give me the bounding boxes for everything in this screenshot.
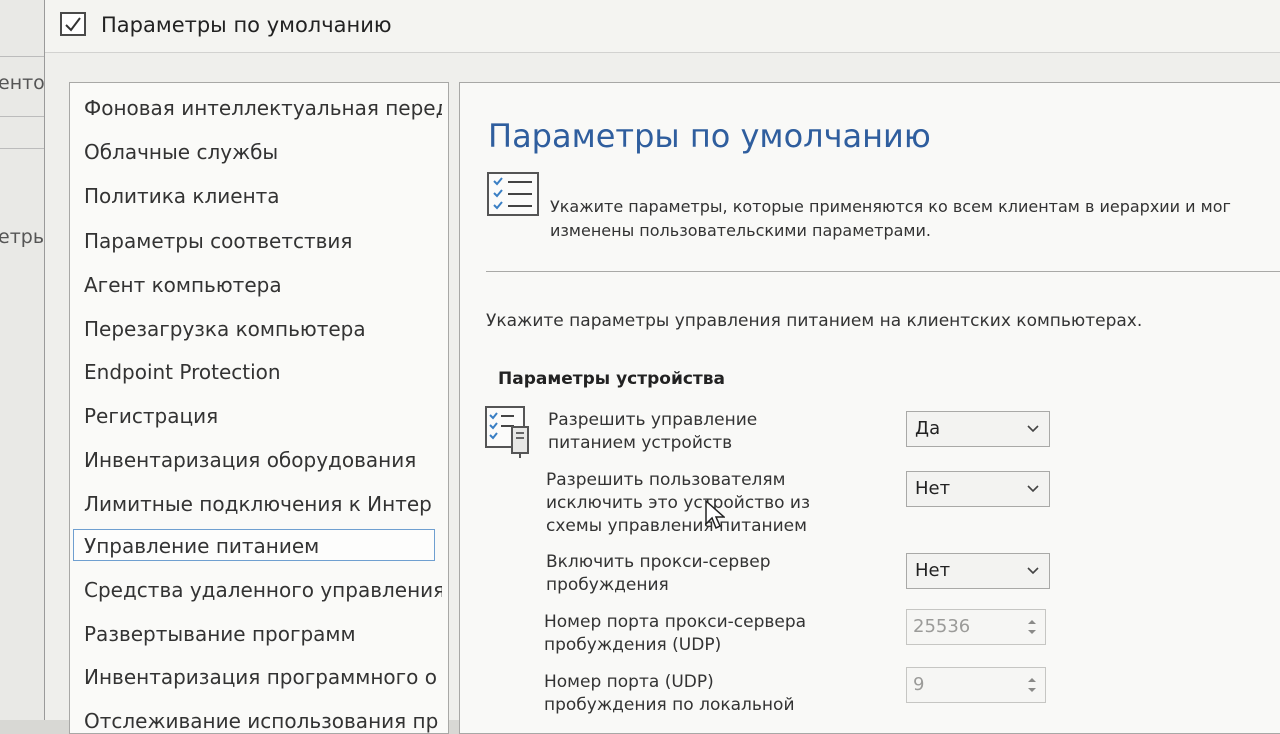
setting-label-line: Номер порта прокси-сервера (544, 612, 807, 632)
default-settings-dialog: Параметры по умолчанию Фоновая интеллект… (44, 0, 1280, 734)
setting-label-line: пробуждения (546, 575, 669, 595)
mouse-cursor-icon (705, 500, 725, 530)
chevron-down-icon (1027, 567, 1039, 575)
nav-item-compliance-settings[interactable]: Параметры соответствия (82, 225, 442, 257)
settings-content-panel: Параметры по умолчанию Укажите параметры… (459, 82, 1280, 734)
nav-item-power-management[interactable]: Управление питанием (73, 529, 435, 561)
setting-label-allow-user-exclude: Разрешить пользователям исключить это ус… (546, 469, 846, 538)
setting-label-line: пробуждения (UDP) (544, 635, 722, 655)
setting-label-line: схемы управления питанием (546, 516, 807, 536)
nav-item-bits[interactable]: Фоновая интеллектуальная переда (82, 92, 442, 124)
up-down-arrows-icon[interactable] (1027, 675, 1037, 695)
setting-label-line: питанием устройств (548, 433, 733, 453)
background-text: енто (0, 72, 45, 94)
chevron-down-icon (1027, 485, 1039, 493)
checkbox-window-icon (60, 12, 86, 36)
nav-item-hardware-inventory[interactable]: Инвентаризация оборудования (82, 444, 442, 476)
device-settings-icon (484, 405, 532, 459)
nav-item-remote-tools[interactable]: Средства удаленного управления (82, 574, 442, 606)
description-line: изменены пользовательскими параметрами. (550, 221, 931, 240)
setting-label-allow-power-management: Разрешить управление питанием устройств (548, 409, 848, 455)
checklist-icon (486, 171, 542, 219)
nav-item-metered-connections[interactable]: Лимитные подключения к Интер (82, 488, 442, 520)
nav-item-computer-agent[interactable]: Агент компьютера (82, 269, 442, 301)
wake-proxy-port-stepper[interactable]: 25536 (906, 609, 1046, 645)
select-value: Нет (915, 560, 951, 581)
title-separator (45, 52, 1280, 53)
section-divider (486, 271, 1280, 272)
setting-label-line: Номер порта (UDP) (544, 672, 714, 692)
background-text: етры (0, 226, 48, 248)
nav-item-client-policy[interactable]: Политика клиента (82, 180, 442, 212)
window-title: Параметры по умолчанию (101, 13, 392, 37)
instruction-text: Укажите параметры управления питанием на… (486, 311, 1143, 331)
nav-item-endpoint-protection[interactable]: Endpoint Protection (82, 356, 442, 388)
settings-nav-list: Фоновая интеллектуальная переда Облачные… (69, 82, 449, 734)
setting-label-wake-proxy: Включить прокси-сервер пробуждения (546, 551, 846, 597)
stepper-value: 25536 (913, 616, 971, 637)
section-title: Параметры устройства (498, 369, 726, 389)
setting-label-line: Включить прокси-сервер (546, 552, 771, 572)
chevron-down-icon (1027, 425, 1039, 433)
up-down-arrows-icon[interactable] (1027, 617, 1037, 637)
setting-label-line: Разрешить пользователям (546, 470, 786, 490)
nav-item-enrollment[interactable]: Регистрация (82, 400, 442, 432)
allow-power-management-select[interactable]: Да (906, 411, 1050, 447)
select-value: Да (915, 418, 941, 439)
setting-label-wake-port-local: Номер порта (UDP) пробуждения по локальн… (544, 671, 844, 717)
wake-port-local-stepper[interactable]: 9 (906, 667, 1046, 703)
title-bar: Параметры по умолчанию (45, 0, 1280, 52)
stepper-value: 9 (913, 674, 925, 695)
description-line: Укажите параметры, которые применяются к… (550, 197, 1231, 216)
nav-item-software-inventory[interactable]: Инвентаризация программного о (82, 661, 442, 693)
setting-label-wake-proxy-port: Номер порта прокси-сервера пробуждения (… (544, 611, 844, 657)
setting-label-line: Разрешить управление (548, 410, 758, 430)
setting-label-line: пробуждения по локальной (544, 695, 795, 715)
nav-item-computer-restart[interactable]: Перезагрузка компьютера (82, 313, 442, 345)
nav-item-cloud-services[interactable]: Облачные службы (82, 136, 442, 168)
nav-item-software-deployment[interactable]: Развертывание программ (82, 618, 442, 650)
page-title: Параметры по умолчанию (488, 117, 931, 155)
setting-label-line: исключить это устройство из (546, 493, 811, 513)
select-value: Нет (915, 478, 951, 499)
allow-user-exclude-select[interactable]: Нет (906, 471, 1050, 507)
wake-proxy-select[interactable]: Нет (906, 553, 1050, 589)
